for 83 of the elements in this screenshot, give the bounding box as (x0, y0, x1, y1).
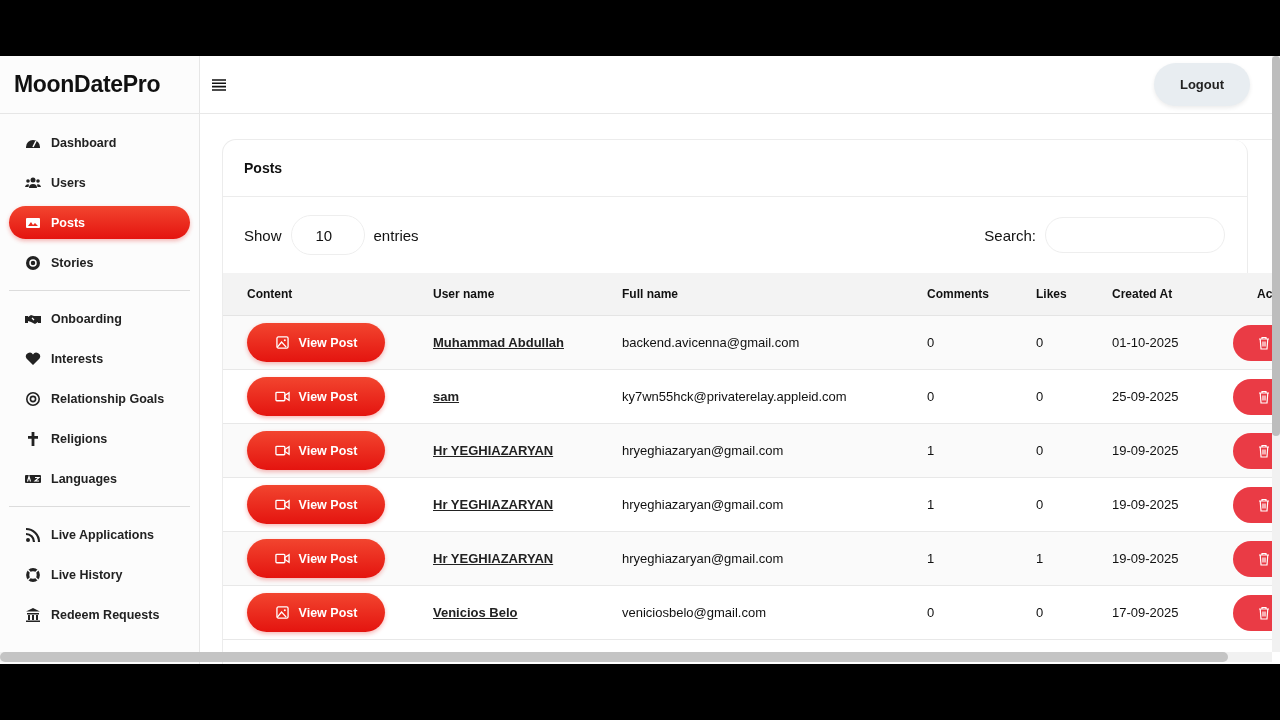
sidebar-item[interactable]: Languages (9, 462, 190, 495)
image-icon (274, 336, 290, 349)
menu-icon[interactable] (212, 78, 226, 91)
user-name-link[interactable]: sam (433, 389, 460, 404)
table-cell: 1 (927, 551, 935, 566)
column-header: Comments (926, 287, 990, 301)
sidebar-item[interactable]: Live Applications (9, 518, 190, 551)
table-cell: 17-09-2025 (1112, 605, 1179, 620)
table-cell: 1 (927, 443, 935, 458)
table-cell: 0 (1036, 497, 1044, 512)
table-cell: 0 (1036, 389, 1044, 404)
vertical-scrollbar[interactable] (1272, 56, 1280, 652)
view-post-button[interactable]: View Post (247, 431, 385, 470)
sidebar-item[interactable]: Interests (9, 342, 190, 375)
table-cell: 0 (927, 389, 935, 404)
table-cell: 0 (1036, 605, 1044, 620)
column-header: Ac (1256, 287, 1272, 301)
view-post-button[interactable]: View Post (247, 323, 385, 362)
sidebar-item[interactable]: Relationship Goals (9, 382, 190, 415)
sidebar-item[interactable]: Stories (9, 246, 190, 279)
column-header: Content (246, 287, 294, 301)
trash-icon (1258, 605, 1270, 620)
cross-icon (25, 430, 41, 447)
image-icon (274, 606, 290, 619)
table-cell: hryeghiazaryan@gmail.com (622, 443, 784, 458)
sidebar-item[interactable]: Users (9, 166, 190, 199)
trash-icon (1258, 551, 1270, 566)
entries-label: entries (373, 226, 419, 244)
trash-icon (1258, 335, 1270, 350)
table-cell: 25-09-2025 (1112, 389, 1179, 404)
logo: MoonDatePro (14, 71, 161, 98)
table-cell: backend.avicenna@gmail.com (622, 335, 800, 350)
trash-icon (1258, 389, 1270, 404)
user-name-link[interactable]: Hr YEGHIAZARYAN (433, 443, 554, 458)
user-name-link[interactable]: Hr YEGHIAZARYAN (433, 551, 554, 566)
column-header: Full name (621, 287, 679, 301)
table-cell: 01-10-2025 (1112, 335, 1179, 350)
table-cell: ky7wn55hck@privaterelay.appleid.com (622, 389, 847, 404)
view-post-button[interactable]: View Post (247, 539, 385, 578)
video-camera-icon (274, 498, 290, 511)
sidebar-item[interactable]: Live History (9, 558, 190, 591)
view-post-button[interactable]: View Post (247, 593, 385, 632)
video-camera-icon (274, 444, 290, 457)
table-cell: hryeghiazaryan@gmail.com (622, 497, 784, 512)
disc-icon (25, 254, 41, 271)
column-header: Likes (1035, 287, 1068, 301)
column-header: User name (432, 287, 496, 301)
bank-icon (25, 606, 41, 623)
table-cell: 1 (927, 497, 935, 512)
search-label: Search: (984, 226, 1036, 244)
show-label: Show (244, 226, 282, 244)
heart-icon (25, 350, 41, 367)
table-cell: 0 (927, 335, 935, 350)
view-post-button[interactable]: View Post (247, 377, 385, 416)
trash-icon (1258, 497, 1270, 512)
table-cell: veniciosbelo@gmail.com (622, 605, 766, 620)
sidebar-item[interactable]: Posts (9, 206, 190, 239)
table-cell: hryeghiazaryan@gmail.com (622, 551, 784, 566)
user-name-link[interactable]: Muhammad Abdullah (433, 335, 564, 350)
target-icon (25, 390, 41, 407)
video-camera-icon (274, 552, 290, 565)
column-header: Created At (1111, 287, 1174, 301)
rss-icon (25, 526, 41, 543)
view-post-button[interactable]: View Post (247, 485, 385, 524)
sidebar-item[interactable]: Religions (9, 422, 190, 455)
table-cell: 1 (1036, 551, 1044, 566)
sidebar-item[interactable]: Redeem Requests (9, 598, 190, 631)
life-ring-icon (25, 566, 41, 583)
video-camera-icon (274, 390, 290, 403)
trash-icon (1258, 443, 1270, 458)
table-cell: 0 (1036, 335, 1044, 350)
user-name-link[interactable]: Hr YEGHIAZARYAN (433, 497, 554, 512)
sidebar-item[interactable]: Onboarding (9, 302, 190, 335)
sidebar-item[interactable]: Dashboard (9, 126, 190, 159)
card-title: Posts (244, 160, 283, 176)
user-name-link[interactable]: Venicios Belo (433, 605, 518, 620)
table-cell: 0 (1036, 443, 1044, 458)
table-cell: 0 (927, 605, 935, 620)
horizontal-scrollbar[interactable] (0, 652, 1272, 662)
table-cell: 19-09-2025 (1112, 443, 1179, 458)
table-cell: 19-09-2025 (1112, 551, 1179, 566)
logout-button[interactable]: Logout (1153, 63, 1250, 106)
table-cell: 19-09-2025 (1112, 497, 1179, 512)
